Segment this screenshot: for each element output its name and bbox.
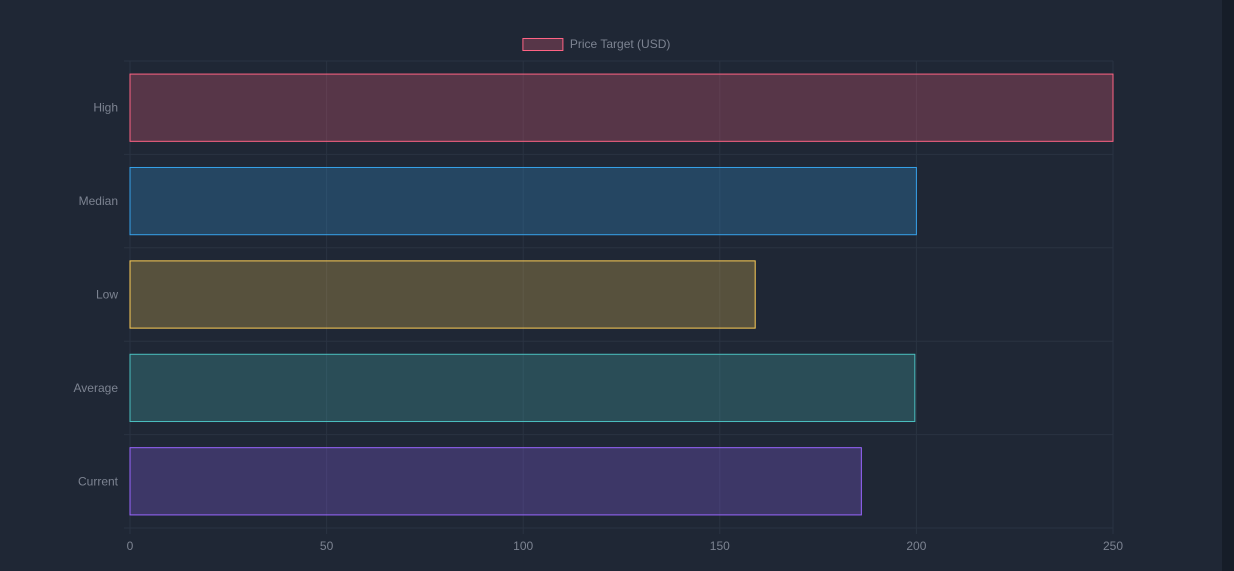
x-tick-label-250: 250 [1103, 539, 1123, 553]
bar-median[interactable] [129, 166, 917, 236]
y-tick-label-low: Low [96, 288, 118, 302]
x-tick-label-0: 0 [127, 539, 134, 553]
legend-swatch[interactable] [522, 38, 564, 51]
y-axis-labels: High Median Low Average Current [74, 101, 119, 489]
y-tick-label-current: Current [78, 474, 119, 488]
bar-current[interactable] [129, 447, 862, 516]
x-axis-labels: 0 50 100 150 200 250 [127, 539, 1124, 553]
chart-container: High Median Low Average Current 0 50 100 150 200… [0, 0, 1234, 571]
x-tick-label-100: 100 [513, 539, 533, 553]
bars [129, 73, 1114, 516]
bar-chart: High Median Low Average Current 0 50 100 150 200… [74, 37, 1124, 553]
legend-label[interactable]: Price Target (USD) [570, 37, 670, 51]
y-tick-label-median: Median [79, 194, 118, 208]
y-tick-label-average: Average [74, 381, 119, 395]
bar-low[interactable] [129, 260, 756, 329]
scrollbar-track[interactable] [1222, 0, 1234, 571]
bar-average[interactable] [129, 353, 916, 423]
x-tick-label-200: 200 [906, 539, 926, 553]
x-tick-label-150: 150 [710, 539, 730, 553]
y-tick-label-high: High [93, 101, 118, 115]
bar-high[interactable] [129, 73, 1114, 142]
legend[interactable]: Price Target (USD) [522, 37, 670, 51]
x-tick-label-50: 50 [320, 539, 334, 553]
